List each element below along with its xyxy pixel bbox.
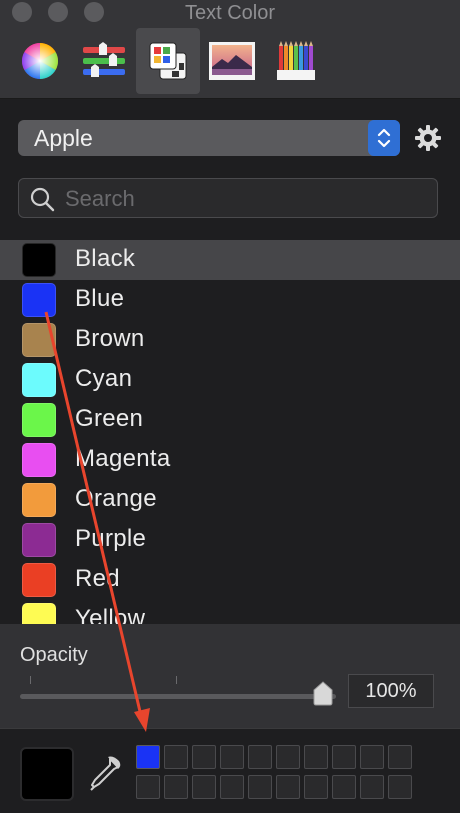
saved-swatch-cell[interactable]: [388, 775, 412, 799]
opacity-panel: Opacity 100%: [0, 624, 460, 728]
search-input[interactable]: [63, 183, 427, 215]
color-palettes-icon: [149, 42, 187, 80]
saved-swatch-cell[interactable]: [164, 745, 188, 769]
saved-swatch-cell[interactable]: [388, 745, 412, 769]
color-row-magenta[interactable]: Magenta: [0, 440, 460, 480]
color-list: Black Blue Brown Cyan Green Magenta Oran…: [0, 240, 460, 624]
color-swatch: [22, 243, 56, 277]
image-palettes-button[interactable]: [200, 28, 264, 94]
saved-swatches-grid: [136, 745, 416, 803]
color-row-purple[interactable]: Purple: [0, 520, 460, 560]
color-row-black[interactable]: Black: [0, 240, 460, 280]
saved-swatch-cell[interactable]: [192, 775, 216, 799]
palette-popup-arrows[interactable]: [368, 120, 400, 156]
saved-swatch-cell[interactable]: [276, 745, 300, 769]
color-swatch: [22, 563, 56, 597]
saved-swatch-cell[interactable]: [276, 775, 300, 799]
bottom-bar: [0, 728, 460, 813]
color-name: Brown: [75, 325, 145, 352]
saved-swatch-cell[interactable]: [248, 775, 272, 799]
saved-swatch-cell[interactable]: [164, 775, 188, 799]
color-name: Black: [75, 245, 136, 272]
color-name: Purple: [75, 525, 147, 552]
color-swatch: [22, 483, 56, 517]
color-row-red[interactable]: Red: [0, 560, 460, 600]
saved-swatch-cell[interactable]: [304, 775, 328, 799]
color-row-brown[interactable]: Brown: [0, 320, 460, 360]
color-swatch: [22, 323, 56, 357]
gear-icon: [415, 125, 441, 151]
saved-swatch-cell[interactable]: [136, 745, 160, 769]
color-row-green[interactable]: Green: [0, 400, 460, 440]
pencils-icon: [277, 41, 315, 80]
saved-swatch-cell[interactable]: [136, 775, 160, 799]
saved-swatch-cell[interactable]: [360, 745, 384, 769]
color-swatch: [22, 283, 56, 317]
color-name: Yellow: [75, 605, 146, 624]
color-name: Cyan: [75, 365, 133, 392]
color-wheel-icon: [21, 42, 59, 80]
current-color-well[interactable]: [20, 747, 74, 801]
saved-swatch-cell[interactable]: [220, 775, 244, 799]
window-title: Text Color: [184, 2, 276, 24]
search-field[interactable]: [18, 178, 438, 218]
opacity-slider[interactable]: [20, 694, 336, 699]
window-toolbar: Text Color: [0, 0, 460, 99]
pencils-button[interactable]: [264, 28, 328, 94]
palette-actions-button[interactable]: [414, 124, 442, 152]
search-icon: [30, 187, 55, 212]
color-swatch: [22, 363, 56, 397]
chevron-up-down-icon: [377, 128, 391, 148]
saved-swatch-cell[interactable]: [248, 745, 272, 769]
opacity-value-field[interactable]: 100%: [348, 674, 434, 708]
color-name: Green: [75, 405, 144, 432]
opacity-label: Opacity: [20, 644, 88, 666]
color-palettes-button[interactable]: [136, 28, 200, 94]
saved-swatch-cell[interactable]: [332, 745, 356, 769]
color-swatch: [22, 523, 56, 557]
saved-swatch-cell[interactable]: [332, 775, 356, 799]
palette-popup[interactable]: Apple: [18, 120, 400, 156]
color-wheel-button[interactable]: [8, 28, 72, 94]
color-name: Blue: [75, 285, 125, 312]
color-swatch: [22, 403, 56, 437]
color-sliders-button[interactable]: [72, 28, 136, 94]
palette-name: Apple: [34, 125, 93, 151]
color-name: Magenta: [75, 445, 171, 472]
color-row-orange[interactable]: Orange: [0, 480, 460, 520]
saved-swatch-cell[interactable]: [304, 745, 328, 769]
color-name: Red: [75, 565, 120, 592]
saved-swatch-cell[interactable]: [360, 775, 384, 799]
color-sliders-icon: [83, 42, 125, 77]
saved-swatch-cell[interactable]: [220, 745, 244, 769]
color-row-blue[interactable]: Blue: [0, 280, 460, 320]
slider-tick: [176, 676, 177, 684]
color-row-cyan[interactable]: Cyan: [0, 360, 460, 400]
color-swatch: [22, 443, 56, 477]
color-row-yellow[interactable]: Yellow: [0, 600, 460, 624]
image-palettes-icon: [209, 42, 255, 80]
saved-swatch-cell[interactable]: [192, 745, 216, 769]
slider-tick: [30, 676, 31, 684]
color-name: Orange: [75, 485, 157, 512]
color-swatch: [22, 603, 56, 624]
eyedropper-icon[interactable]: [88, 755, 122, 791]
opacity-slider-thumb[interactable]: [311, 680, 335, 706]
